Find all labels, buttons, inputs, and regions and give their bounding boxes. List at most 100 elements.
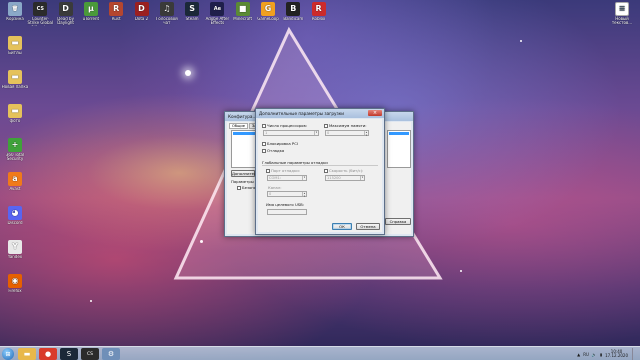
desktop-icon-label: 360 Total Security	[5, 153, 25, 162]
pci-lock-checkbox[interactable]: Блокировка PCI	[262, 141, 298, 146]
firefox-icon: ◉	[8, 274, 22, 288]
desktop-icon-label: фото	[9, 119, 21, 123]
checkbox[interactable]	[262, 124, 266, 128]
desktop-icon[interactable]: B Bandicam	[279, 2, 307, 21]
msconfig-taskbar[interactable]: ⚙	[102, 348, 120, 360]
desktop-icon[interactable]: µ uTorrent	[77, 2, 105, 21]
desktop-icon[interactable]: ▬ Новая папка	[1, 70, 29, 89]
star	[90, 300, 92, 302]
desktop-icon[interactable]: CSCounter-Strike Global Offensive	[26, 2, 54, 26]
clock[interactable]: 10:40 17.12.2020	[605, 349, 628, 359]
desktop-icon[interactable]: Y Yandex	[1, 240, 29, 259]
chevron-down-icon: ▾	[302, 175, 306, 180]
desktop-icon-label: Bandicam	[283, 17, 304, 21]
checkbox[interactable]	[262, 142, 266, 146]
desktop-icon[interactable]: ▬ Битлы	[1, 36, 29, 55]
explorer-taskbar[interactable]: ▬	[18, 348, 36, 360]
desktop-icon-text-file[interactable]: ≡ Новый текстов...	[608, 2, 636, 26]
boot-list[interactable]	[231, 130, 257, 168]
desktop-icon[interactable]: R Rust	[102, 2, 130, 21]
csgo-taskbar[interactable]: CS	[81, 348, 99, 360]
checkbox[interactable]	[262, 149, 266, 153]
processors-select[interactable]: 1 ▾	[263, 130, 319, 136]
dota-icon: D	[134, 2, 149, 16]
desktop-icon[interactable]: a Avast	[1, 172, 29, 191]
steam-taskbar[interactable]: S	[60, 348, 78, 360]
channel-input[interactable]: 0 ▴ ▾	[267, 191, 307, 197]
desktop-icon[interactable]: S Steam	[178, 2, 206, 21]
utorrent-icon: µ	[83, 2, 98, 16]
desktop-icon[interactable]: ▬ фото	[1, 104, 29, 123]
ok-button[interactable]: ОК	[332, 223, 352, 230]
help-button[interactable]: Справка	[385, 218, 411, 225]
spinner-icon: ▴ ▾	[302, 191, 306, 198]
boot-list-right	[387, 130, 411, 168]
usb-target-input[interactable]	[267, 209, 307, 215]
tray-arrow-icon[interactable]: ▲	[577, 352, 580, 357]
processors-checkbox[interactable]: Число процессоров:	[262, 123, 307, 128]
desktop-icon[interactable]: D Dead by Daylight	[52, 2, 80, 26]
desktop-icon-label: Новая папка	[1, 85, 29, 89]
boot-list-right-selected	[389, 132, 409, 135]
volume-icon[interactable]: 🔈	[592, 352, 597, 357]
close-icon: ×	[372, 110, 378, 116]
windows-logo-icon: ⊞	[5, 350, 11, 358]
start-button[interactable]: ⊞	[2, 348, 14, 360]
close-button[interactable]: ×	[368, 110, 382, 116]
folder-icon: ▬	[8, 36, 22, 50]
text-file-icon: ≡	[615, 2, 629, 16]
desktop-icon[interactable]: 🗑 Корзина	[1, 2, 29, 21]
debug-checkbox[interactable]: Отладка	[262, 148, 284, 153]
show-desktop-button[interactable]	[632, 348, 636, 360]
divider	[262, 165, 378, 166]
desktop-icon[interactable]: +360 Total Security	[1, 138, 29, 162]
max-memory-checkbox[interactable]: Максимум памяти:	[324, 123, 367, 128]
desktop-icon[interactable]: ■ Minecraft	[229, 2, 257, 21]
desktop-icon-label: Steam	[185, 17, 199, 21]
desktop-icon[interactable]: Ae Adobe After Effects	[203, 2, 231, 26]
chrome-taskbar[interactable]: ●	[39, 348, 57, 360]
desktop-icon[interactable]: R Roblox	[305, 2, 333, 21]
baud-rate-select[interactable]: 115200 ▾	[325, 175, 365, 181]
chevron-down-icon: ▾	[360, 175, 364, 180]
debug-port-checkbox[interactable]: Порт отладки:	[266, 168, 300, 173]
desktop-icon[interactable]: D Dota 2	[128, 2, 156, 21]
advanced-options-button[interactable]: Дополнительн	[231, 170, 261, 177]
dialog-titlebar[interactable]: Дополнительные параметры загрузки	[256, 109, 384, 118]
star	[460, 270, 462, 272]
desktop-icon-label: Rust	[111, 17, 121, 21]
checkbox[interactable]	[324, 169, 328, 173]
boot-list-selected[interactable]	[233, 132, 255, 135]
star	[520, 40, 522, 42]
desktop-icon-label: Counter-Strike Global Offensive	[27, 17, 54, 26]
desktop-icon[interactable]: G GameLoop	[254, 2, 282, 21]
after-effects-icon: Ae	[210, 2, 225, 16]
params-label: Параметры	[231, 179, 254, 184]
tab-general[interactable]: Общие	[229, 123, 248, 129]
network-icon[interactable]: ▮	[600, 352, 602, 357]
cancel-button[interactable]: Отмена	[356, 223, 380, 230]
bandicam-icon: B	[286, 2, 301, 16]
language-indicator[interactable]: RU	[583, 352, 589, 357]
security-icon: +	[8, 138, 22, 152]
gameloop-icon: G	[261, 2, 275, 16]
debug-port-select[interactable]: COM1: ▾	[267, 175, 307, 181]
checkbox[interactable]	[237, 186, 241, 190]
spinner-icon: ▴ ▾	[364, 130, 368, 137]
baud-rate-checkbox[interactable]: Скорость (бит/с):	[324, 168, 363, 173]
desktop-icon[interactable]: ♫ Голосовой чат	[153, 2, 181, 26]
desktop-icon-label: Dead by Daylight	[57, 17, 74, 26]
csgo-icon: CS	[33, 2, 48, 16]
dialog-client: Число процессоров: 1 ▾ Максимум памяти: 0…	[258, 119, 382, 232]
desktop-icon-label: Minecraft	[233, 17, 253, 21]
desktop-icon-label: Корзина	[6, 17, 24, 21]
chevron-down-icon: ▾	[314, 130, 318, 135]
checkbox[interactable]	[266, 169, 270, 173]
advanced-boot-options-dialog[interactable]: Дополнительные параметры загрузки × Числ…	[255, 108, 385, 235]
max-memory-input[interactable]: 0 ▴ ▾	[325, 130, 369, 136]
taskbar: ⊞ ▬ ● S CS ⚙ ▲ RU 🔈 ▮ 10:40 17.12.2020	[0, 346, 640, 360]
desktop-icon-label: Avast	[9, 187, 21, 191]
checkbox[interactable]	[324, 124, 328, 128]
desktop-icon[interactable]: ◕ Discord	[1, 206, 29, 225]
desktop-icon[interactable]: ◉ Firefox	[1, 274, 29, 293]
